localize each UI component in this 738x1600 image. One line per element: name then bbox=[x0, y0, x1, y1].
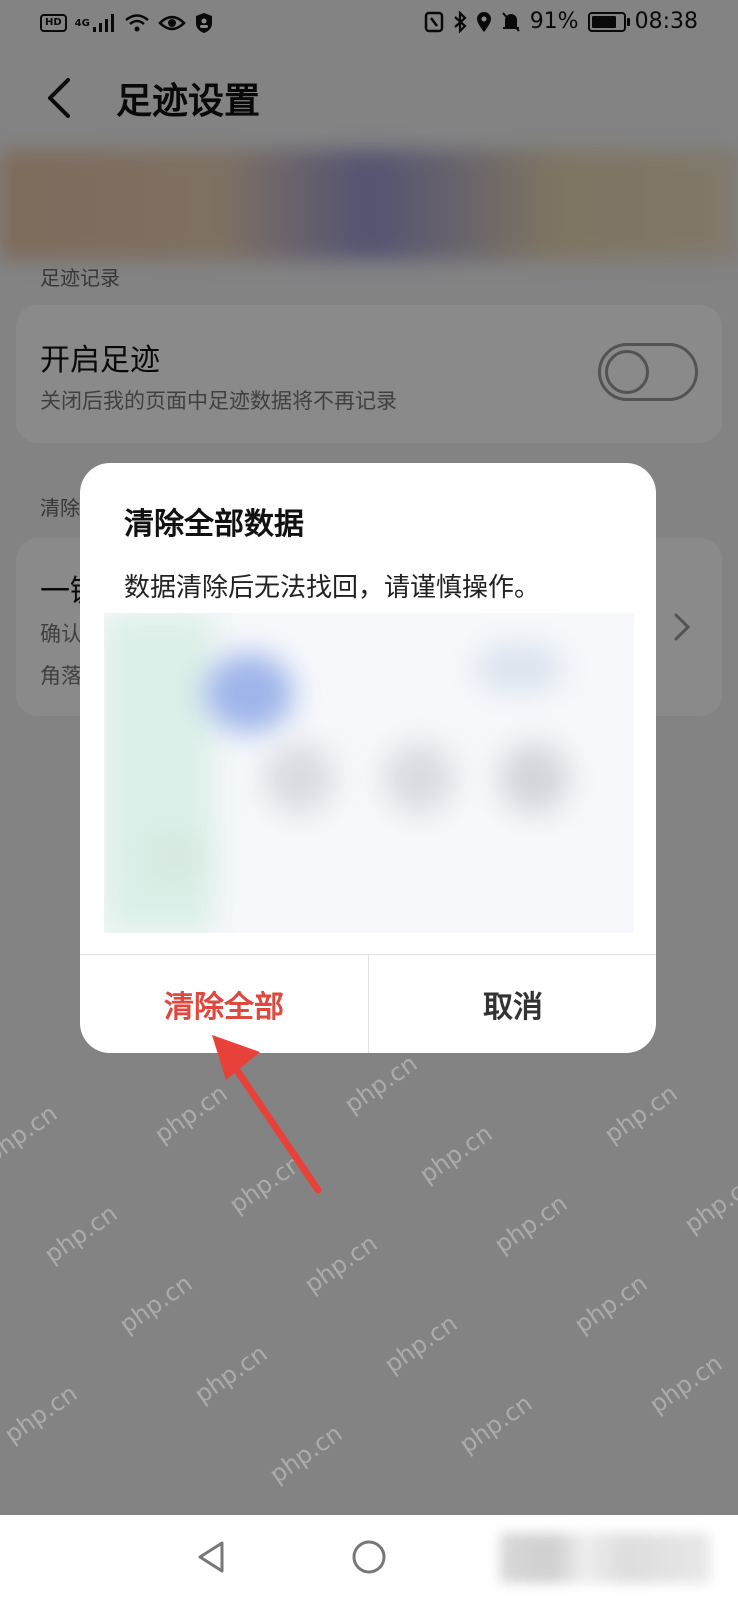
annotation-arrow-icon bbox=[212, 1035, 322, 1194]
watermark-text: php.cn bbox=[599, 1079, 683, 1149]
back-triangle-icon[interactable] bbox=[190, 1535, 234, 1579]
footprint-settings-page: HD 4G 91% 08:38 足迹设置 足迹记录 开启足迹 关闭后我的页面中足… bbox=[0, 0, 738, 1515]
watermark-text: php.cn bbox=[339, 1049, 423, 1119]
blurred-preview-image bbox=[104, 613, 634, 933]
clear-data-dialog: 清除全部数据 数据清除后无法找回，请谨慎操作。 清除全部 取消 bbox=[80, 463, 656, 1053]
watermark-text: php.cn bbox=[644, 1349, 728, 1419]
watermark-text: php.cn bbox=[679, 1169, 738, 1239]
home-circle-icon[interactable] bbox=[347, 1535, 391, 1579]
blurred-nav-region bbox=[500, 1533, 710, 1583]
watermark-text: php.cn bbox=[189, 1339, 273, 1409]
watermark-layer: php.cn php.cn php.cn php.cn php.cn php.c… bbox=[0, 1040, 738, 1510]
watermark-text: php.cn bbox=[379, 1309, 463, 1379]
dialog-title: 清除全部数据 bbox=[124, 507, 304, 542]
watermark-text: php.cn bbox=[454, 1389, 538, 1459]
watermark-text: php.cn bbox=[0, 1379, 83, 1449]
watermark-text: php.cn bbox=[569, 1269, 653, 1339]
watermark-text: php.cn bbox=[414, 1119, 498, 1189]
watermark-text: php.cn bbox=[264, 1419, 348, 1489]
watermark-text: php.cn bbox=[114, 1269, 198, 1339]
watermark-text: php.cn bbox=[0, 1099, 63, 1169]
watermark-text: php.cn bbox=[299, 1229, 383, 1299]
cancel-button[interactable]: 取消 bbox=[369, 955, 656, 1053]
system-nav-bar bbox=[0, 1515, 738, 1600]
watermark-text: php.cn bbox=[489, 1189, 573, 1259]
dialog-message: 数据清除后无法找回，请谨慎操作。 bbox=[124, 573, 541, 603]
watermark-text: php.cn bbox=[39, 1199, 123, 1269]
